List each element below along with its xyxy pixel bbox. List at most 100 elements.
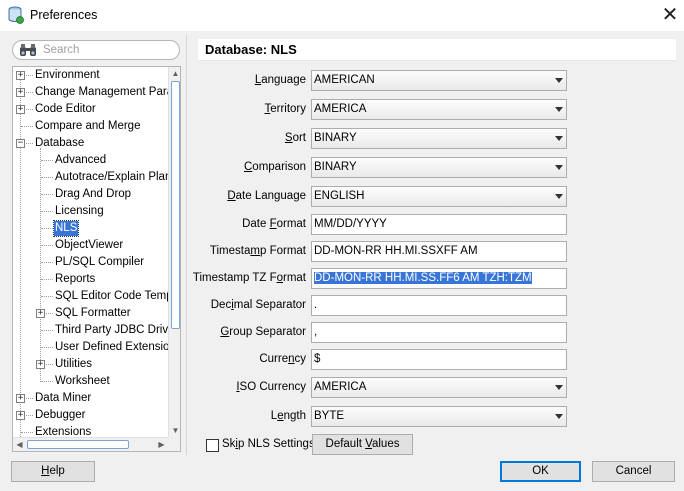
cancel-button[interactable]: Cancel <box>592 461 675 482</box>
window-title: Preferences <box>30 8 98 22</box>
search-box[interactable] <box>12 40 180 60</box>
tree-guide-line <box>41 245 53 246</box>
tree-item[interactable]: ObjectViewer <box>13 237 168 254</box>
tree-item[interactable]: + SQL Formatter <box>13 305 168 322</box>
search-input[interactable] <box>43 43 173 57</box>
tree-item-label: ObjectViewer <box>55 239 124 251</box>
comparison-label: Comparison <box>243 161 306 173</box>
selected-text: DD-MON-RR HH.MI.SS.FF6 AM TZH:TZM <box>314 272 532 284</box>
tree-item-label: Debugger <box>35 409 86 421</box>
tree-item-label: SQL Formatter <box>55 307 131 319</box>
scroll-corner <box>168 437 180 451</box>
expand-icon[interactable]: + <box>36 309 45 318</box>
scroll-down-icon[interactable]: ▼ <box>169 424 180 437</box>
date-format-field[interactable]: MM/DD/YYYY <box>311 214 567 235</box>
tree-item[interactable]: Autotrace/Explain Plan <box>13 169 168 186</box>
tree-rows: + Environment + Change Management Param + Cod… <box>13 67 168 437</box>
tree-guide-line <box>21 126 33 127</box>
tree-item[interactable]: Reports <box>13 271 168 288</box>
territory-select[interactable]: AMERICA <box>311 99 567 120</box>
territory-value: AMERICA <box>314 103 367 115</box>
length-label: Length <box>270 410 306 422</box>
comparison-select[interactable]: BINARY <box>311 157 567 178</box>
expand-icon[interactable]: + <box>36 360 45 369</box>
app-icon <box>8 6 24 24</box>
scroll-right-icon[interactable]: ▶ <box>155 438 168 451</box>
tree-item-label: Licensing <box>55 205 104 217</box>
language-select[interactable]: AMERICAN <box>311 70 567 91</box>
preferences-tree[interactable]: + Environment + Change Management Param + Cod… <box>12 66 181 452</box>
tree-horizontal-scrollbar[interactable]: ◀ ▶ <box>13 437 168 451</box>
group-separator-field[interactable]: , <box>311 322 567 343</box>
tree-guide-line <box>41 211 53 212</box>
currency-field[interactable]: $ <box>311 349 567 370</box>
expand-icon[interactable]: + <box>16 71 25 80</box>
tree-guide-line <box>41 347 53 348</box>
collapse-icon[interactable]: − <box>16 139 25 148</box>
tree-item[interactable]: Third Party JDBC Driver <box>13 322 168 339</box>
expand-icon[interactable]: + <box>16 394 25 403</box>
close-button[interactable]: ✕ <box>658 3 682 27</box>
timestamp-tz-format-field[interactable]: DD-MON-RR HH.MI.SS.FF6 AM TZH:TZM <box>311 268 567 289</box>
expand-icon[interactable]: + <box>16 88 25 97</box>
tree-guide-line <box>41 381 53 382</box>
ok-button[interactable]: OK <box>500 461 581 482</box>
tree-item[interactable]: SQL Editor Code Templa <box>13 288 168 305</box>
tree-item-label: Reports <box>55 273 96 285</box>
decimal-separator-label: Decimal Separator <box>210 299 306 311</box>
skip-nls-checkbox[interactable] <box>206 439 219 452</box>
sort-select[interactable]: BINARY <box>311 128 567 149</box>
tree-item[interactable]: Worksheet <box>13 373 168 390</box>
help-button[interactable]: Help <box>11 461 95 482</box>
iso-currency-label: ISO Currency <box>236 381 306 393</box>
tree-item[interactable]: + Utilities <box>13 356 168 373</box>
tree-item[interactable]: + Debugger <box>13 407 168 424</box>
tree-item[interactable]: Drag And Drop <box>13 186 168 203</box>
tree-item-label: Data Miner <box>35 392 92 404</box>
scroll-thumb-horizontal[interactable] <box>27 440 129 449</box>
tree-item[interactable]: User Defined Extension <box>13 339 168 356</box>
tree-item[interactable]: + Change Management Param <box>13 84 168 101</box>
scroll-up-icon[interactable]: ▲ <box>169 67 180 80</box>
language-value: AMERICAN <box>314 74 375 86</box>
chevron-down-icon <box>555 385 563 390</box>
tree-item-label: Drag And Drop <box>55 188 132 200</box>
decimal-separator-field[interactable]: . <box>311 295 567 316</box>
tree-item[interactable]: Licensing <box>13 203 168 220</box>
expand-icon[interactable]: + <box>16 105 25 114</box>
date-format-label: Date Format <box>242 218 306 230</box>
tree-item-label: Advanced <box>55 154 107 166</box>
chevron-down-icon <box>555 414 563 419</box>
tree-item[interactable]: − Database <box>13 135 168 152</box>
date-language-select[interactable]: ENGLISH <box>311 186 567 207</box>
panel-splitter[interactable] <box>186 35 187 455</box>
tree-item[interactable]: + Environment <box>13 67 168 84</box>
binoculars-icon <box>20 44 36 56</box>
timestamp-format-field[interactable]: DD-MON-RR HH.MI.SSXFF AM <box>311 241 567 262</box>
close-icon[interactable]: ✕ <box>662 4 679 26</box>
skip-nls-label[interactable]: Skip NLS Settings <box>222 438 315 450</box>
tree-item[interactable]: Extensions <box>13 424 168 437</box>
iso-currency-select[interactable]: AMERICA <box>311 377 567 398</box>
tree-item[interactable]: PL/SQL Compiler <box>13 254 168 271</box>
tree-item[interactable]: Advanced <box>13 152 168 169</box>
default-values-button[interactable]: Default Values <box>312 434 413 455</box>
tree-item[interactable]: Compare and Merge <box>13 118 168 135</box>
currency-label: Currency <box>259 353 306 365</box>
tree-item-label: Third Party JDBC Driver <box>55 324 168 336</box>
expand-icon[interactable]: + <box>16 411 25 420</box>
tree-item-label: Change Management Param <box>35 86 168 98</box>
tree-guide-line <box>41 296 53 297</box>
tree-item-label: PL/SQL Compiler <box>55 256 145 268</box>
scroll-thumb[interactable] <box>171 81 180 329</box>
date-language-value: ENGLISH <box>314 190 365 202</box>
tree-item[interactable]: + Code Editor <box>13 101 168 118</box>
tree-guide-line <box>41 279 53 280</box>
language-label: Language <box>254 74 306 86</box>
tree-vertical-scrollbar[interactable]: ▲ ▼ <box>168 67 180 437</box>
tree-item[interactable]: NLS <box>13 220 168 237</box>
scroll-left-icon[interactable]: ◀ <box>13 438 26 451</box>
tree-item[interactable]: + Data Miner <box>13 390 168 407</box>
chevron-down-icon <box>555 194 563 199</box>
length-select[interactable]: BYTE <box>311 406 567 427</box>
